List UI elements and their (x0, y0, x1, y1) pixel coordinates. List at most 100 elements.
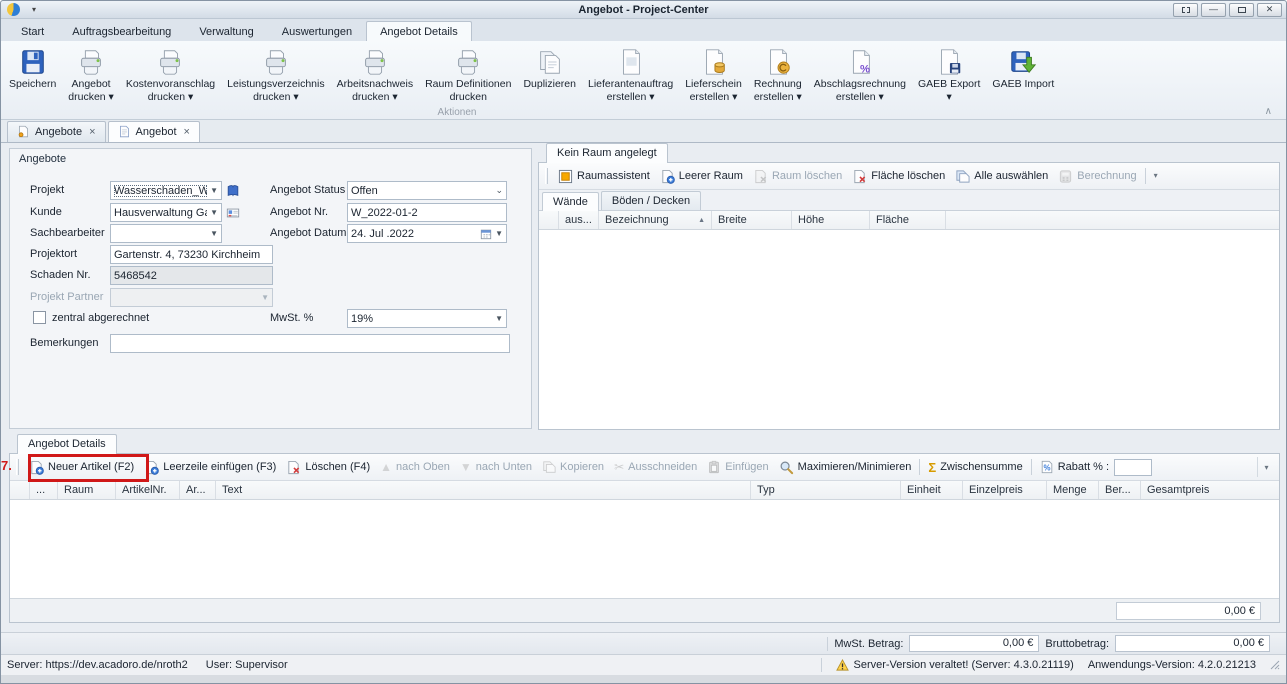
sachbearbeiter-combobox[interactable]: ▼ (110, 224, 222, 243)
kunde-combobox[interactable]: Hausverwaltung Gartenstraße▼ (110, 203, 222, 222)
lieferschein-erstellen-button[interactable]: Lieferschein erstellen ▾ (679, 43, 748, 103)
chevron-down-icon[interactable]: ▼ (492, 229, 503, 238)
room-grid-body[interactable] (539, 230, 1279, 429)
calendar-icon[interactable] (480, 228, 492, 240)
column-header-typ[interactable]: Typ (751, 481, 901, 499)
kopieren-button: Kopieren (537, 458, 609, 476)
details-grid-body[interactable] (10, 500, 1279, 598)
loeschen-button[interactable]: Löschen (F4) (281, 458, 375, 477)
angebot-nr-field[interactable] (347, 203, 507, 222)
angebot-nr-label: Angebot Nr. (270, 203, 328, 222)
minimize-button[interactable]: — (1201, 3, 1226, 17)
angebot-drucken-button[interactable]: Angebot drucken ▾ (62, 43, 120, 103)
kunde-open-button[interactable] (224, 203, 241, 222)
raum-definitionen-drucken-button[interactable]: Raum Definitionen drucken (419, 43, 517, 103)
column-header-text[interactable]: Text (216, 481, 751, 499)
ribbon-tab-verwaltung[interactable]: Verwaltung (185, 21, 267, 41)
app-version: Anwendungs-Version: 4.2.0.21213 (1088, 659, 1256, 671)
leistungsverzeichnis-drucken-button[interactable]: Leistungsverzeichnis drucken ▾ (221, 43, 330, 103)
resize-grip-icon[interactable] (1270, 660, 1280, 670)
leerer-raum-button[interactable]: Leerer Raum (655, 167, 748, 186)
doc-tab-angebote[interactable]: Angebote × (7, 121, 106, 142)
zentral-abgerechnet-checkbox[interactable] (33, 311, 46, 324)
ribbon-collapse-icon[interactable]: ∧ (1265, 106, 1272, 117)
subtab-waende[interactable]: Wände (542, 192, 599, 211)
alle-auswaehlen-button[interactable]: Alle auswählen (950, 167, 1053, 186)
ribbon-tab-start[interactable]: Start (7, 21, 58, 41)
abschlagsrechnung-erstellen-button[interactable]: % Abschlagsrechnung erstellen ▾ (808, 43, 912, 103)
printer-icon (261, 45, 291, 78)
bemerkungen-input[interactable] (114, 336, 506, 351)
column-header-flaeche[interactable]: Fläche (870, 211, 946, 229)
rechnung-erstellen-button[interactable]: Rechnung erstellen ▾ (748, 43, 808, 103)
raumassistent-button[interactable]: Raumassistent (553, 167, 655, 186)
chevron-down-icon[interactable]: ▼ (207, 208, 218, 217)
column-header-menge[interactable]: Menge (1047, 481, 1099, 499)
kunde-label: Kunde (30, 203, 62, 222)
document-barrel-icon (699, 45, 729, 78)
raum-loeschen-button: Raum löschen (748, 167, 847, 186)
column-header-artikelnr[interactable]: ArtikelNr. (116, 481, 180, 499)
schaden-nr-label: Schaden Nr. (30, 266, 91, 285)
gaeb-export-button[interactable]: GAEB Export ▾ (912, 43, 986, 103)
column-header-gesamtpreis[interactable]: Gesamtpreis (1141, 481, 1279, 499)
rabatt-input[interactable] (1114, 459, 1152, 476)
chevron-down-icon[interactable]: ▼ (492, 314, 503, 323)
toolbar-dropdown-icon[interactable]: ▾ (1149, 172, 1163, 180)
neuer-artikel-button[interactable]: Neuer Artikel (F2) (24, 458, 139, 477)
maximize-button[interactable] (1229, 3, 1254, 17)
subtab-boeden-decken[interactable]: Böden / Decken (601, 191, 701, 210)
arbeitsnachweis-drucken-button[interactable]: Arbeitsnachweis drucken ▾ (331, 43, 419, 103)
close-tab-icon[interactable]: × (87, 126, 95, 138)
ribbon-tab-auftragsbearbeitung[interactable]: Auftragsbearbeitung (58, 21, 185, 41)
sigma-icon: Σ (928, 461, 936, 474)
close-button[interactable]: ✕ (1257, 3, 1282, 17)
doc-tab-label: Angebot (136, 126, 177, 138)
schaden-nr-field[interactable]: 5468542 (110, 266, 273, 285)
maximieren-minimieren-button[interactable]: Maximieren/Minimieren (774, 458, 917, 477)
column-header-raum[interactable]: Raum (58, 481, 116, 499)
toolbar-overflow-dropdown-icon[interactable]: ▾ (1257, 457, 1275, 477)
leerzeile-einfuegen-button[interactable]: Leerzeile einfügen (F3) (139, 458, 281, 477)
chevron-down-icon[interactable]: ▼ (207, 229, 218, 238)
angebot-datum-field[interactable]: 24. Jul .2022 ▼ (347, 224, 507, 243)
chevron-down-icon[interactable]: ⌄ (492, 185, 503, 196)
room-panel-tab[interactable]: Kein Raum angelegt (546, 143, 668, 163)
kostenvoranschlag-drucken-button[interactable]: Kostenvoranschlag drucken ▾ (120, 43, 221, 103)
column-header-breite[interactable]: Breite (712, 211, 792, 229)
toolbar-grip[interactable] (16, 459, 19, 475)
flaeche-loeschen-button[interactable]: Fläche löschen (847, 167, 950, 186)
arrow-down-icon: ▼ (460, 461, 472, 473)
ribbon-tab-auswertungen[interactable]: Auswertungen (268, 21, 366, 41)
bemerkungen-field[interactable] (110, 334, 510, 353)
column-header-bezeichnung[interactable]: Bezeichnung ▲ (599, 211, 712, 229)
column-header-hoehe[interactable]: Höhe (792, 211, 870, 229)
column-header-aus[interactable]: aus... (559, 211, 599, 229)
ribbon-tab-angebot-details[interactable]: Angebot Details (366, 21, 472, 41)
speichern-button[interactable]: Speichern (3, 43, 62, 91)
angebot-form-group: Angebote Projekt Wasserschaden_WEG Garte… (9, 148, 532, 429)
angebot-nr-input[interactable] (351, 205, 503, 220)
toolbar-grip[interactable] (545, 168, 548, 184)
projektort-field[interactable] (110, 245, 273, 264)
doc-tab-angebot[interactable]: Angebot × (108, 121, 200, 142)
projekt-open-button[interactable] (224, 181, 241, 200)
column-header-einzelpreis[interactable]: Einzelpreis (963, 481, 1047, 499)
mwst-combobox[interactable]: 19%▼ (347, 309, 507, 328)
chevron-down-icon[interactable]: ▼ (207, 186, 218, 195)
details-panel-tab[interactable]: Angebot Details (17, 434, 117, 454)
close-tab-icon[interactable]: × (182, 126, 190, 138)
angebot-status-combobox[interactable]: Offen⌄ (347, 181, 507, 200)
calculator-icon (1058, 169, 1073, 184)
lieferantenauftrag-erstellen-button[interactable]: Lieferantenauftrag erstellen ▾ (582, 43, 679, 103)
column-header-ber[interactable]: Ber... (1099, 481, 1141, 499)
zwischensumme-button[interactable]: Σ Zwischensumme (923, 459, 1027, 476)
column-header-ar[interactable]: Ar... (180, 481, 216, 499)
duplizieren-button[interactable]: Duplizieren (517, 43, 582, 91)
projekt-combobox[interactable]: Wasserschaden_WEG Garte...▼ (110, 181, 222, 200)
projektort-input[interactable] (114, 247, 269, 262)
column-header-dots[interactable]: ... (30, 481, 58, 499)
gaeb-import-button[interactable]: GAEB Import (986, 43, 1060, 91)
column-header-einheit[interactable]: Einheit (901, 481, 963, 499)
fullscreen-button[interactable] (1173, 3, 1198, 17)
